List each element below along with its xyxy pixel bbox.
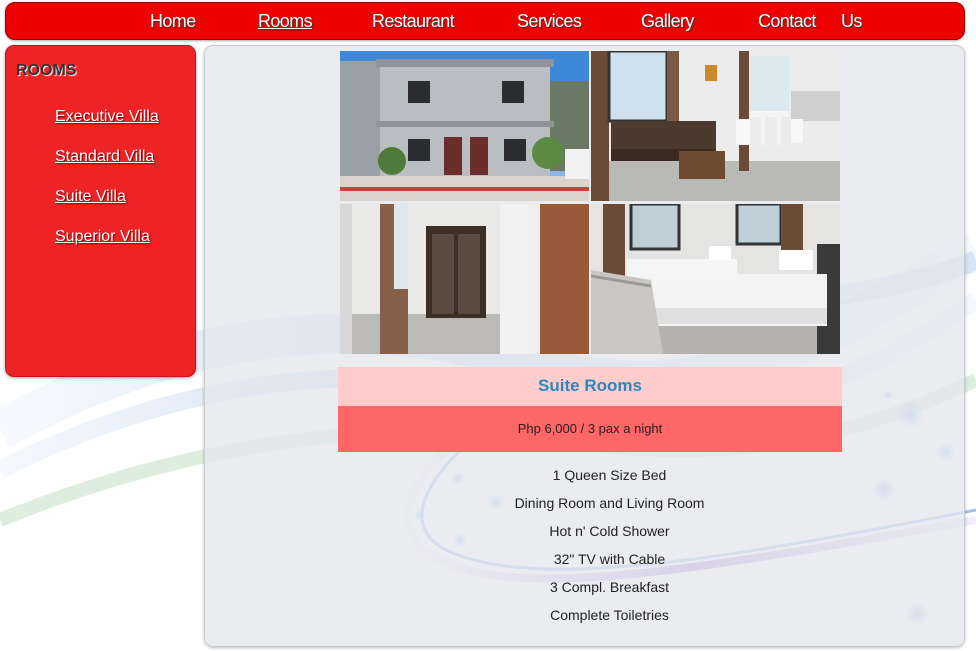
nav-restaurant[interactable]: Restaurant	[372, 11, 455, 32]
room-price-box: Php 6,000 / 3 pax a night	[338, 406, 842, 452]
rooms-sidebar: ROOMS Executive Villa Standard Villa Sui…	[5, 45, 196, 377]
amenity-item: 1 Queen Size Bed	[552, 467, 667, 483]
room-price: Php 6,000 / 3 pax a night	[517, 421, 663, 436]
sidebar-link-executive-villa[interactable]: Executive Villa	[55, 108, 159, 126]
amenity-item: Hot n' Cold Shower	[549, 523, 670, 539]
sidebar-link-suite-villa[interactable]: Suite Villa	[55, 188, 126, 206]
amenity-item: Complete Toiletries	[550, 607, 669, 623]
room-title: Suite Rooms	[538, 376, 642, 395]
photo-twin-bedroom	[591, 204, 840, 354]
photo-living-dining-room	[591, 51, 840, 201]
amenity-item: 3 Compl. Breakfast	[549, 579, 670, 595]
nav-gallery[interactable]: Gallery	[641, 11, 694, 32]
photo-closet-hallway	[340, 204, 589, 354]
nav-contact[interactable]: Contact	[758, 11, 816, 32]
amenity-item: 32" TV with Cable	[553, 551, 666, 567]
sidebar-title: ROOMS	[16, 62, 77, 79]
room-title-box: Suite Rooms	[338, 367, 842, 406]
sidebar-link-standard-villa[interactable]: Standard Villa	[55, 148, 154, 166]
photo-building-exterior	[340, 51, 589, 201]
nav-home[interactable]: Home	[150, 11, 196, 32]
nav-services[interactable]: Services	[517, 11, 582, 32]
nav-rooms[interactable]: Rooms	[258, 11, 313, 32]
sidebar-link-superior-villa[interactable]: Superior Villa	[55, 228, 150, 246]
amenity-item: Dining Room and Living Room	[514, 495, 705, 511]
nav-contact-us[interactable]: Us	[841, 11, 862, 32]
top-nav-bar: Home Rooms Restaurant Services Gallery C…	[5, 2, 965, 40]
